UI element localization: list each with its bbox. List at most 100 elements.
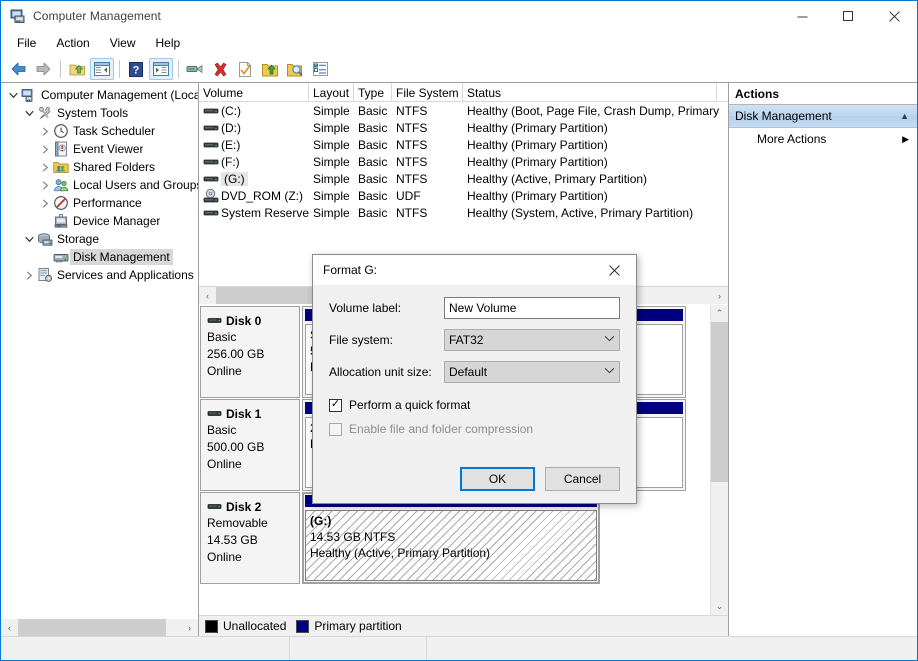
partition-line: Healthy (Active, Primary Partition): [310, 546, 491, 560]
tree-item-shared-folders[interactable]: Shared Folders: [1, 158, 198, 176]
back-icon[interactable]: [6, 58, 30, 80]
close-button[interactable]: [871, 1, 917, 31]
all-tasks-icon[interactable]: [308, 58, 332, 80]
chevron-right-icon[interactable]: [37, 141, 53, 157]
dialog-buttons: OK Cancel: [460, 467, 620, 491]
quick-format-checkbox[interactable]: ✓: [329, 398, 342, 412]
tree-item-device-manager[interactable]: Device Manager: [1, 212, 198, 230]
scroll-up-icon[interactable]: ⌃: [711, 305, 728, 322]
tree-item-local-users-and-groups[interactable]: Local Users and Groups: [1, 176, 198, 194]
action-more-actions[interactable]: More Actions ▶: [729, 128, 917, 150]
volume-row[interactable]: DVD_ROM (Z:) Simple Basic UDF Healthy (Prima…: [199, 187, 728, 204]
tree-scroll-thumb[interactable]: [18, 619, 166, 636]
refresh-icon[interactable]: [233, 58, 257, 80]
volume-column-header-volume[interactable]: Volume: [199, 83, 309, 101]
tree-item-services-and-applications[interactable]: Services and Applications: [1, 266, 198, 284]
tree-item-system-tools[interactable]: System Tools: [1, 104, 198, 122]
system-tools-icon: [37, 105, 53, 121]
scroll-right-icon[interactable]: ›: [181, 619, 198, 636]
scroll-down-icon[interactable]: ⌄: [711, 598, 728, 615]
volume-cell-filesystem: NTFS: [396, 205, 428, 220]
forward-icon[interactable]: [31, 58, 55, 80]
chevron-down-icon[interactable]: [604, 362, 615, 382]
partition-block[interactable]: (G:) 14.53 GB NTFS Healthy (Active, Primar…: [302, 492, 600, 584]
legend-item: Unallocated: [205, 619, 286, 633]
scroll-left-icon[interactable]: ‹: [199, 287, 216, 304]
volume-label-input[interactable]: [444, 297, 620, 319]
disk-size: 500.00 GB: [207, 440, 265, 454]
minimize-button[interactable]: [779, 1, 825, 31]
volume-cell-filesystem: NTFS: [396, 103, 428, 118]
help-icon[interactable]: ?: [124, 58, 148, 80]
menu-help[interactable]: Help: [146, 33, 191, 54]
toolbar-separator: [60, 60, 61, 78]
allocation-unit-size-select[interactable]: Default: [444, 361, 620, 383]
disk-vertical-scrollbar[interactable]: ⌃ ⌄: [710, 305, 728, 615]
tree-item-performance[interactable]: Performance: [1, 194, 198, 212]
chevron-right-icon[interactable]: [37, 159, 53, 175]
volume-column-header-layout[interactable]: Layout: [309, 83, 354, 101]
chevron-right-icon[interactable]: [37, 195, 53, 211]
console-tree: Computer Management (Local System Tools Ta…: [1, 83, 198, 618]
volume-row[interactable]: (G:) Simple Basic NTFS Healthy (Active, Prim…: [199, 170, 728, 187]
disk-state: Online: [207, 550, 242, 564]
status-bar: [1, 636, 917, 660]
volume-row[interactable]: System Reserved Simple Basic NTFS Healthy (S…: [199, 204, 728, 221]
tree-item-task-scheduler[interactable]: Task Scheduler: [1, 122, 198, 140]
delete-icon[interactable]: [208, 58, 232, 80]
scroll-left-icon[interactable]: ‹: [1, 619, 18, 636]
volume-cell-volume: (G:): [199, 171, 309, 187]
legend-swatch: [296, 619, 310, 633]
quick-format-row[interactable]: ✓ Perform a quick format: [329, 395, 620, 415]
disk-info-panel[interactable]: Disk 1 Basic 500.00 GB Online: [200, 399, 300, 491]
tree-horizontal-scrollbar[interactable]: ‹ ›: [1, 618, 198, 636]
volume-column-header-file-system[interactable]: File System: [392, 83, 463, 101]
chevron-down-icon[interactable]: [5, 87, 21, 103]
chevron-down-icon[interactable]: [21, 105, 37, 121]
disk-state: Online: [207, 364, 242, 378]
tree-item-storage[interactable]: Storage: [1, 230, 198, 248]
dialog-close-icon[interactable]: [592, 255, 636, 285]
volume-column-header-status[interactable]: Status: [463, 83, 717, 101]
disk-scroll-track[interactable]: [711, 322, 728, 598]
services-icon: [37, 267, 53, 283]
chevron-down-icon[interactable]: [604, 330, 615, 350]
show-hide-console-tree-icon[interactable]: [90, 58, 114, 80]
tree-item-disk-management[interactable]: Disk Management: [1, 248, 198, 266]
tree-item-computer-management-local[interactable]: Computer Management (Local: [1, 86, 198, 104]
actions-group-disk-management[interactable]: Disk Management ▲: [729, 105, 917, 128]
chevron-right-icon[interactable]: [37, 123, 53, 139]
volume-cell-type: Basic: [358, 188, 388, 203]
properties-icon[interactable]: [183, 58, 207, 80]
maximize-button[interactable]: [825, 1, 871, 31]
up-folder-icon[interactable]: [65, 58, 89, 80]
volume-row[interactable]: (F:) Simple Basic NTFS Healthy (Primary Part…: [199, 153, 728, 170]
chevron-right-icon[interactable]: [37, 177, 53, 193]
scroll-right-icon[interactable]: ›: [711, 287, 728, 304]
disk-scroll-thumb[interactable]: [711, 322, 728, 482]
volume-column-header-type[interactable]: Type: [354, 83, 392, 101]
export-list-icon[interactable]: [258, 58, 282, 80]
partition-details: (G:) 14.53 GB NTFS Healthy (Active, Primar…: [305, 510, 597, 581]
chevron-down-icon[interactable]: [21, 231, 37, 247]
cancel-button[interactable]: Cancel: [545, 467, 620, 491]
volume-row[interactable]: (E:) Simple Basic NTFS Healthy (Primary Part…: [199, 136, 728, 153]
menu-action[interactable]: Action: [46, 33, 99, 54]
show-hide-action-pane-icon[interactable]: [149, 58, 173, 80]
tree-scroll-track[interactable]: [18, 619, 181, 636]
disk-info-panel[interactable]: Disk 0 Basic 256.00 GB Online: [200, 306, 300, 398]
file-system-select[interactable]: FAT32: [444, 329, 620, 351]
collapse-caret-icon[interactable]: ▲: [900, 111, 909, 121]
menu-view[interactable]: View: [100, 33, 146, 54]
volume-row[interactable]: (C:) Simple Basic NTFS Healthy (Boot, Page F…: [199, 102, 728, 119]
disk-info-panel[interactable]: Disk 2 Removable 14.53 GB Online: [200, 492, 300, 584]
chevron-right-icon[interactable]: [21, 267, 37, 283]
volume-row[interactable]: (D:) Simple Basic NTFS Healthy (Primary Part…: [199, 119, 728, 136]
actions-pane: Actions Disk Management ▲ More Actions ▶: [729, 83, 917, 636]
menu-file[interactable]: File: [7, 33, 46, 54]
ok-button[interactable]: OK: [460, 467, 535, 491]
volume-cell-volume: (D:): [199, 120, 309, 136]
tree-item-event-viewer[interactable]: Event Viewer: [1, 140, 198, 158]
rescan-disks-icon[interactable]: [283, 58, 307, 80]
